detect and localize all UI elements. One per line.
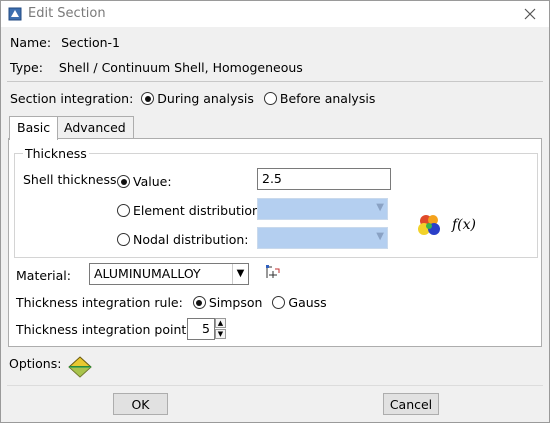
radio-unselected-icon [117, 204, 130, 217]
material-select[interactable]: ALUMINUMALLOY ▼ [89, 263, 249, 285]
nodal-distribution-select[interactable]: ▼ [257, 227, 388, 249]
create-distribution-icon[interactable] [417, 212, 443, 238]
section-integration-label: Section integration: [10, 91, 134, 106]
type-row: Type: Shell / Continuum Shell, Homogeneo… [10, 60, 303, 75]
thickness-group-label: Thickness [23, 146, 89, 161]
close-icon[interactable] [521, 5, 539, 23]
element-distribution-radio[interactable]: Element distribution: [117, 203, 264, 218]
create-material-icon[interactable] [264, 263, 282, 281]
type-label: Type: [10, 60, 43, 75]
radio-selected-icon [117, 175, 130, 188]
abaqus-app-icon [8, 7, 22, 21]
material-label: Material: [16, 268, 71, 283]
during-analysis-radio[interactable]: During analysis [141, 91, 258, 106]
integration-rule-row: Thickness integration rule: Simpson Gaus… [16, 295, 327, 310]
name-row: Name: Section-1 [10, 35, 120, 50]
chevron-down-icon: ▼ [376, 231, 384, 242]
integration-points-input[interactable]: 5 [187, 318, 215, 340]
window-title: Edit Section [28, 6, 106, 21]
integration-points-label: Thickness integration points: [16, 322, 197, 337]
material-value: ALUMINUMALLOY [94, 266, 201, 281]
element-distribution-select[interactable]: ▼ [257, 198, 388, 220]
integration-rule-label: Thickness integration rule: [16, 295, 183, 310]
radio-unselected-icon [272, 296, 286, 309]
section-integration-row: Section integration: During analysis Bef… [10, 91, 375, 106]
separator [7, 81, 543, 82]
section-options-icon[interactable] [67, 355, 93, 379]
shell-thickness-label: Shell thickness: [23, 172, 121, 187]
radio-unselected-icon [117, 233, 130, 246]
title-bar: Edit Section [1, 1, 549, 27]
name-value: Section-1 [61, 35, 120, 50]
value-radio[interactable]: Value: [117, 174, 172, 189]
gauss-radio[interactable]: Gauss [272, 295, 327, 310]
simpson-radio[interactable]: Simpson [192, 295, 267, 310]
radio-unselected-icon [263, 92, 277, 105]
chevron-down-icon: ▼ [376, 202, 384, 213]
before-analysis-radio[interactable]: Before analysis [263, 91, 375, 106]
chevron-down-icon: ▼ [232, 264, 248, 284]
thickness-value-input[interactable]: 2.5 [257, 168, 391, 190]
spin-down-button[interactable]: ▼ [215, 329, 226, 339]
tab-advanced[interactable]: Advanced [56, 116, 134, 139]
radio-selected-icon [192, 296, 206, 309]
ok-button[interactable]: OK [113, 393, 168, 415]
radio-selected-icon [141, 92, 155, 105]
expression-fx-button[interactable]: f(x) [452, 217, 476, 233]
nodal-distribution-radio[interactable]: Nodal distribution: [117, 232, 249, 247]
tab-basic[interactable]: Basic [9, 116, 59, 140]
edit-section-dialog: Edit Section Name: Section-1 Type: Shell… [0, 0, 550, 423]
separator [7, 385, 543, 386]
options-label: Options: [9, 356, 62, 371]
cancel-button[interactable]: Cancel [383, 393, 439, 415]
type-value: Shell / Continuum Shell, Homogeneous [58, 60, 303, 75]
spin-up-button[interactable]: ▲ [215, 318, 226, 328]
name-label: Name: [10, 35, 52, 50]
